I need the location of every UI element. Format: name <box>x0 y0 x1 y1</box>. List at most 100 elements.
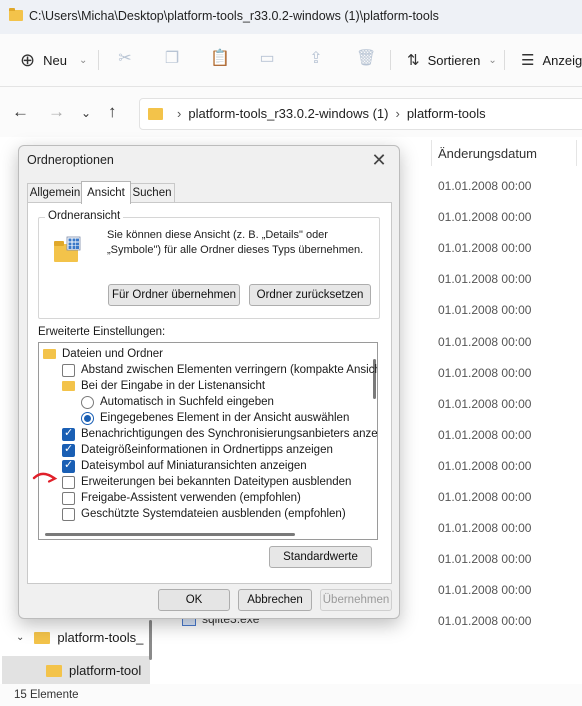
share-icon[interactable]: ⇪ <box>307 50 325 68</box>
breadcrumb-item[interactable]: platform-tools <box>407 106 486 121</box>
setting-item[interactable]: Freigabe-Assistent verwenden (empfohlen) <box>62 490 301 506</box>
setting-label: Erweiterungen bei bekannten Dateitypen a… <box>81 476 352 488</box>
new-button[interactable]: ⊕ Neu ⌄ <box>20 46 87 74</box>
setting-label: Automatisch in Suchfeld eingeben <box>100 396 274 408</box>
tab-search[interactable]: Suchen <box>129 183 175 203</box>
setting-item[interactable]: Dateien und Ordner <box>43 346 163 362</box>
tree-item-label: platform-tools_ <box>57 630 144 645</box>
item-count: 15 Elemente <box>14 689 79 701</box>
setting-label: Dateien und Ordner <box>62 348 164 360</box>
setting-label: Eingegebenes Element in der Ansicht ausw… <box>100 412 350 424</box>
checkbox[interactable] <box>62 426 75 441</box>
up-arrow-icon[interactable]: ↑ <box>108 102 117 122</box>
radio-button[interactable] <box>81 411 94 425</box>
folder-icon <box>34 631 51 644</box>
cut-icon[interactable]: ✂ <box>116 50 134 68</box>
tab-view[interactable]: Ansicht <box>81 181 131 204</box>
setting-item[interactable]: Geschützte Systemdateien ausblenden (emp… <box>62 506 346 522</box>
rename-icon[interactable]: ▭ <box>258 50 276 68</box>
sort-label: Sortieren <box>427 52 481 68</box>
close-icon[interactable]: ✕ <box>367 149 391 171</box>
tab-general[interactable]: Allgemein <box>27 183 83 203</box>
recent-chevron-icon[interactable]: ⌄ <box>81 106 91 120</box>
breadcrumb-item[interactable]: platform-tools_r33.0.2-windows (1) <box>188 106 388 121</box>
setting-item[interactable]: Abstand zwischen Elementen verringern (k… <box>62 362 378 378</box>
group-description: Sie können diese Ansicht (z. B. „Details… <box>107 229 364 256</box>
status-bar: 15 Elemente <box>0 684 582 706</box>
toolbar-divider <box>98 50 99 70</box>
date-cell: 01.01.2008 00:00 <box>438 303 532 318</box>
view-button[interactable]: ☰ Anzeig <box>521 46 582 74</box>
scrollbar[interactable] <box>149 620 152 660</box>
folder-view-icon <box>54 236 81 262</box>
advanced-settings-label: Erweiterte Einstellungen: <box>38 326 166 338</box>
column-header-date[interactable]: Änderungsdatum <box>438 146 537 161</box>
setting-label: Abstand zwischen Elementen verringern (k… <box>81 364 378 376</box>
setting-label: Dateigrößeinformationen in Ordnertipps a… <box>81 444 333 456</box>
date-cell: 01.01.2008 00:00 <box>438 396 532 411</box>
checkbox[interactable] <box>62 507 75 521</box>
setting-label: Freigabe-Assistent verwenden (empfohlen) <box>81 492 301 504</box>
tree-item[interactable]: platform-tool <box>46 663 141 678</box>
view-icon: ☰ <box>521 52 535 69</box>
apply-to-folders-button[interactable]: Für Ordner übernehmen <box>108 284 240 306</box>
setting-label: Geschützte Systemdateien ausblenden (emp… <box>81 508 346 520</box>
command-bar: ⊕ Neu ⌄ ✂ ❐ 📋 ▭ ⇪ 🗑 ⇅ Sortieren ⌄ ☰ Anze… <box>0 34 582 87</box>
dialog-title: Ordneroptionen <box>27 153 114 167</box>
date-cell: 01.01.2008 00:00 <box>438 365 532 380</box>
back-arrow-icon[interactable]: ← <box>12 102 29 122</box>
date-cell: 01.01.2008 00:00 <box>438 427 532 442</box>
checkbox[interactable] <box>62 442 75 457</box>
setting-item[interactable]: Eingegebenes Element in der Ansicht ausw… <box>81 410 349 426</box>
chevron-right-icon: › <box>395 106 400 121</box>
setting-item[interactable]: Erweiterungen bei bekannten Dateitypen a… <box>62 474 351 490</box>
reset-folders-button[interactable]: Ordner zurücksetzen <box>249 284 371 306</box>
checkbox[interactable] <box>62 458 75 473</box>
setting-item[interactable]: Benachrichtigungen des Synchronisierungs… <box>62 426 378 442</box>
column-divider <box>576 140 577 166</box>
setting-item[interactable]: Dateisymbol auf Miniaturansichten anzeig… <box>62 458 307 474</box>
toolbar-divider <box>504 50 505 70</box>
setting-label: Dateisymbol auf Miniaturansichten anzeig… <box>81 460 307 472</box>
date-cell: 01.01.2008 00:00 <box>438 458 532 473</box>
folder-icon <box>46 664 62 677</box>
sort-button[interactable]: ⇅ Sortieren ⌄ <box>407 46 497 74</box>
setting-item[interactable]: Bei der Eingabe in der Listenansicht <box>62 378 265 394</box>
folder-view-group: Ordneransicht Sie können diese Ansicht (… <box>38 210 380 319</box>
apply-button[interactable]: Übernehmen <box>320 589 392 611</box>
copy-icon[interactable]: ❐ <box>163 50 181 68</box>
checkbox[interactable] <box>62 491 75 505</box>
radio-button[interactable] <box>81 395 94 409</box>
navigation-bar: ← → ⌄ ↑ › platform-tools_r33.0.2-windows … <box>0 87 582 137</box>
setting-label: Benachrichtigungen des Synchronisierungs… <box>81 428 378 440</box>
setting-item[interactable]: Dateigrößeinformationen in Ordnertipps a… <box>62 442 333 458</box>
view-label: Anzeig <box>542 52 582 68</box>
folder-icon <box>43 349 56 359</box>
toolbar-divider <box>390 50 391 70</box>
plus-icon: ⊕ <box>20 49 36 70</box>
restore-defaults-button[interactable]: Standardwerte <box>269 546 372 568</box>
tree-item[interactable]: ⌄ platform-tools_ <box>16 630 143 645</box>
date-cell: 01.01.2008 00:00 <box>438 272 532 287</box>
checkbox[interactable] <box>62 475 75 489</box>
chevron-down-icon: ⌄ <box>488 54 497 66</box>
checkbox[interactable] <box>62 363 75 377</box>
delete-icon[interactable]: 🗑 <box>356 50 376 68</box>
ok-button[interactable]: OK <box>158 589 230 611</box>
address-bar[interactable]: › platform-tools_r33.0.2-windows (1) › plat… <box>139 98 582 130</box>
paste-icon[interactable]: 📋 <box>210 50 230 68</box>
date-cell: 01.01.2008 00:00 <box>438 490 532 504</box>
setting-item[interactable]: Automatisch in Suchfeld eingeben <box>81 394 274 410</box>
advanced-settings-list[interactable]: Dateien und Ordner Abstand zwischen Eleme… <box>38 342 378 540</box>
date-cell: 01.01.2008 00:00 <box>438 521 532 536</box>
date-cell: 01.01.2008 00:00 <box>438 583 532 598</box>
explorer-titlebar: C:\Users\Micha\Desktop\platform-tools_r3… <box>0 0 582 34</box>
horizontal-scrollbar[interactable] <box>45 533 295 536</box>
date-cell: 01.01.2008 00:00 <box>438 614 532 629</box>
forward-arrow-icon[interactable]: → <box>48 102 65 122</box>
breadcrumb: › platform-tools_r33.0.2-windows (1) › plat… <box>170 106 486 121</box>
cancel-button[interactable]: Abbrechen <box>238 589 312 611</box>
folder-icon <box>148 108 163 120</box>
date-cell: 01.01.2008 00:00 <box>438 241 532 256</box>
tab-panel: Ordneransicht Sie können diese Ansicht (… <box>27 202 392 584</box>
